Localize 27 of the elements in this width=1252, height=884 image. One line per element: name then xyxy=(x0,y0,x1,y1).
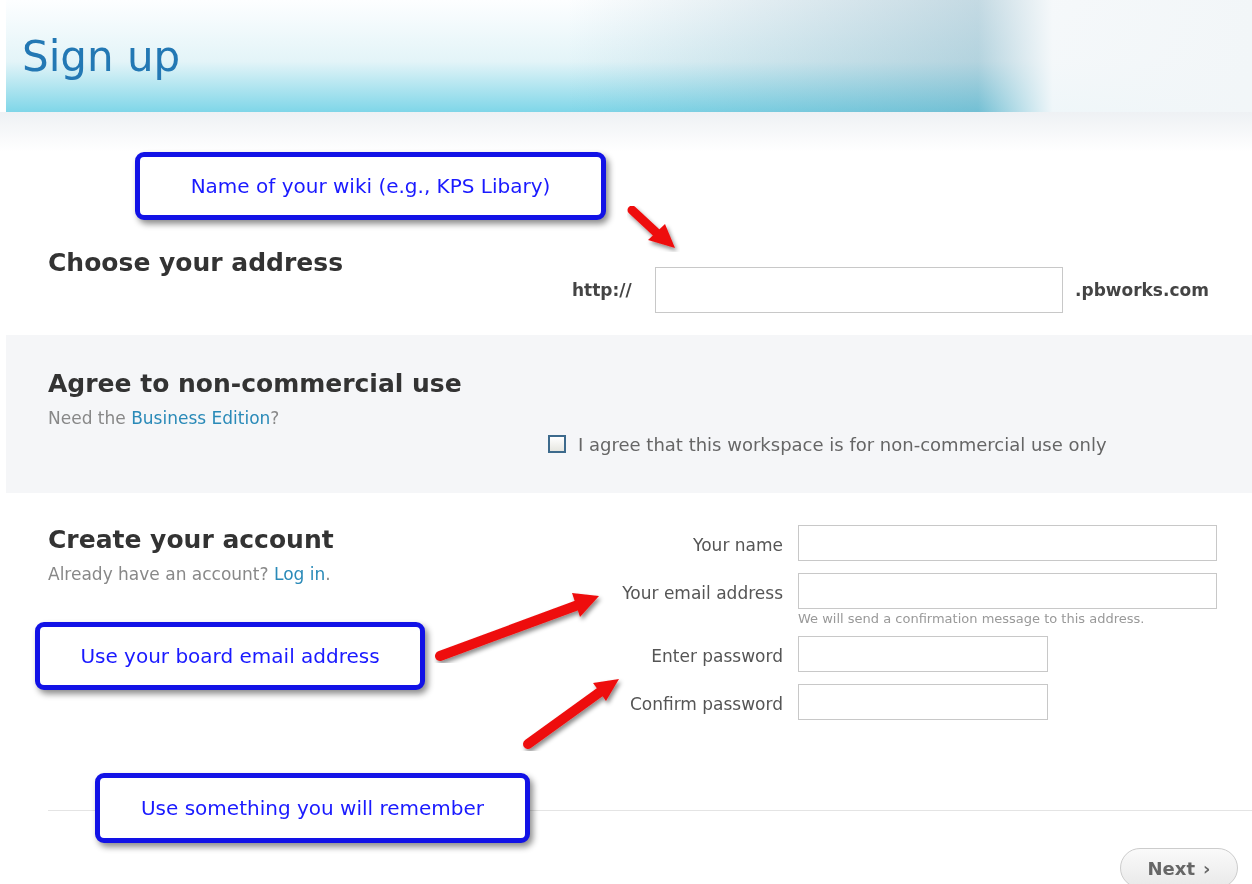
field-label: Your email address xyxy=(621,583,783,603)
input-field[interactable] xyxy=(798,636,1048,672)
field-label: Enter password xyxy=(650,646,783,666)
section-note: Need the Business Edition? xyxy=(48,408,281,428)
link[interactable]: Log in xyxy=(273,564,326,584)
input-field[interactable] xyxy=(798,684,1048,720)
arrow xyxy=(627,205,675,248)
section-heading: Choose your address xyxy=(48,247,345,277)
section-heading: Create your account xyxy=(48,525,335,554)
callout-note: Use something you will remember xyxy=(95,773,530,843)
field-label: Confirm password xyxy=(628,694,783,714)
address-field[interactable] xyxy=(655,266,1063,313)
input-field[interactable] xyxy=(798,525,1217,561)
checkbox[interactable] xyxy=(548,435,566,453)
page-title: Sign up xyxy=(22,31,181,81)
checkbox-label: I agree that this workspace is for non-commercial use only xyxy=(578,433,1107,455)
input-field[interactable] xyxy=(798,573,1217,609)
url-suffix: .pbworks.com xyxy=(1075,279,1209,300)
url-prefix: http:// xyxy=(572,279,633,300)
field-label: Your name xyxy=(692,535,783,555)
field-hint: We will send a confirmation message to this address. xyxy=(798,611,1146,626)
next-button[interactable]: Next › xyxy=(1120,848,1238,884)
callout-note: Use your board email address xyxy=(35,622,425,690)
section-note: Already have an account? Log in. xyxy=(48,564,332,584)
section-heading: Agree to non-commercial use xyxy=(48,369,463,398)
callout-note: Name of your wiki (e.g., KPS Libary) xyxy=(135,152,606,220)
link[interactable]: Business Edition xyxy=(131,408,271,428)
